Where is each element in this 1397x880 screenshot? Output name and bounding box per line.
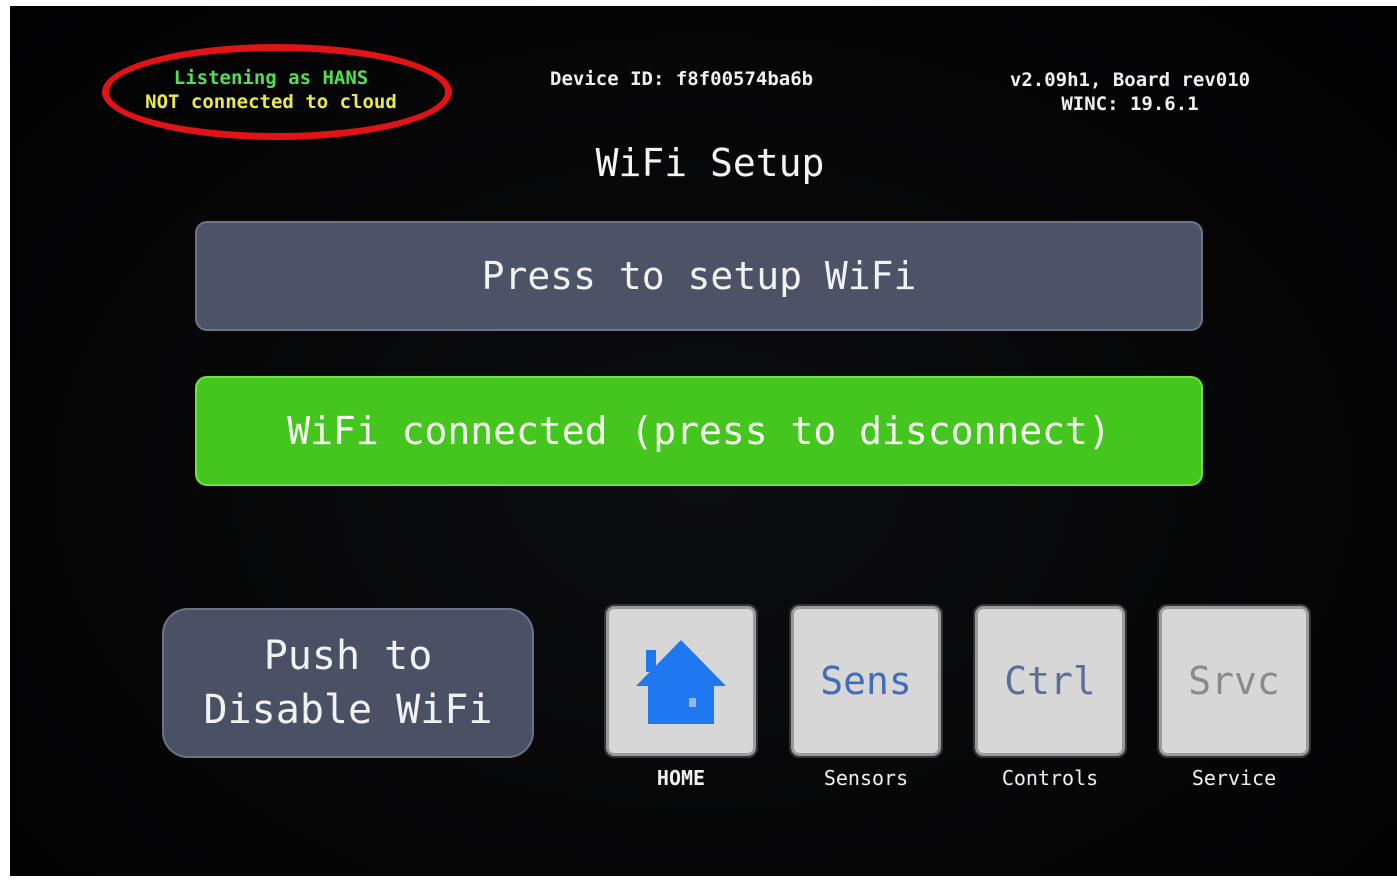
version-info: v2.09h1, Board rev010 WINC: 19.6.1 (970, 68, 1290, 116)
disable-wifi-label-line1: Push to (263, 633, 433, 679)
annotation-red-ellipse (102, 44, 452, 140)
nav-service-button[interactable]: Srvc (1157, 604, 1311, 758)
nav-sensors-label: Sensors (823, 766, 909, 790)
nav-controls-button-text: Ctrl (1004, 659, 1096, 703)
wifi-connected-button[interactable]: WiFi connected (press to disconnect) (195, 376, 1203, 486)
setup-wifi-button[interactable]: Press to setup WiFi (195, 221, 1203, 331)
nav-sensors-button-text: Sens (820, 659, 912, 703)
nav-service-label: Service (1191, 766, 1277, 790)
nav-home-label: HOME (656, 766, 706, 790)
nav-service-button-text: Srvc (1188, 659, 1280, 703)
home-icon (636, 640, 726, 724)
winc-version-text: WINC: 19.6.1 (1061, 93, 1199, 115)
page-title: WiFi Setup (595, 141, 825, 185)
wifi-connected-label: WiFi connected (press to disconnect) (287, 409, 1111, 453)
nav-home-button[interactable] (604, 604, 758, 758)
nav-sensors-button[interactable]: Sens (789, 604, 943, 758)
firmware-version-text: v2.09h1, Board rev010 (1009, 69, 1251, 91)
disable-wifi-label-line2: Disable WiFi (203, 687, 493, 733)
disable-wifi-button[interactable]: Push to Disable WiFi (162, 608, 534, 758)
device-id-text: Device ID: f8f00574ba6b (550, 68, 814, 90)
nav-controls-button[interactable]: Ctrl (973, 604, 1127, 758)
nav-controls-label: Controls (1001, 766, 1099, 790)
setup-wifi-label: Press to setup WiFi (481, 254, 917, 298)
